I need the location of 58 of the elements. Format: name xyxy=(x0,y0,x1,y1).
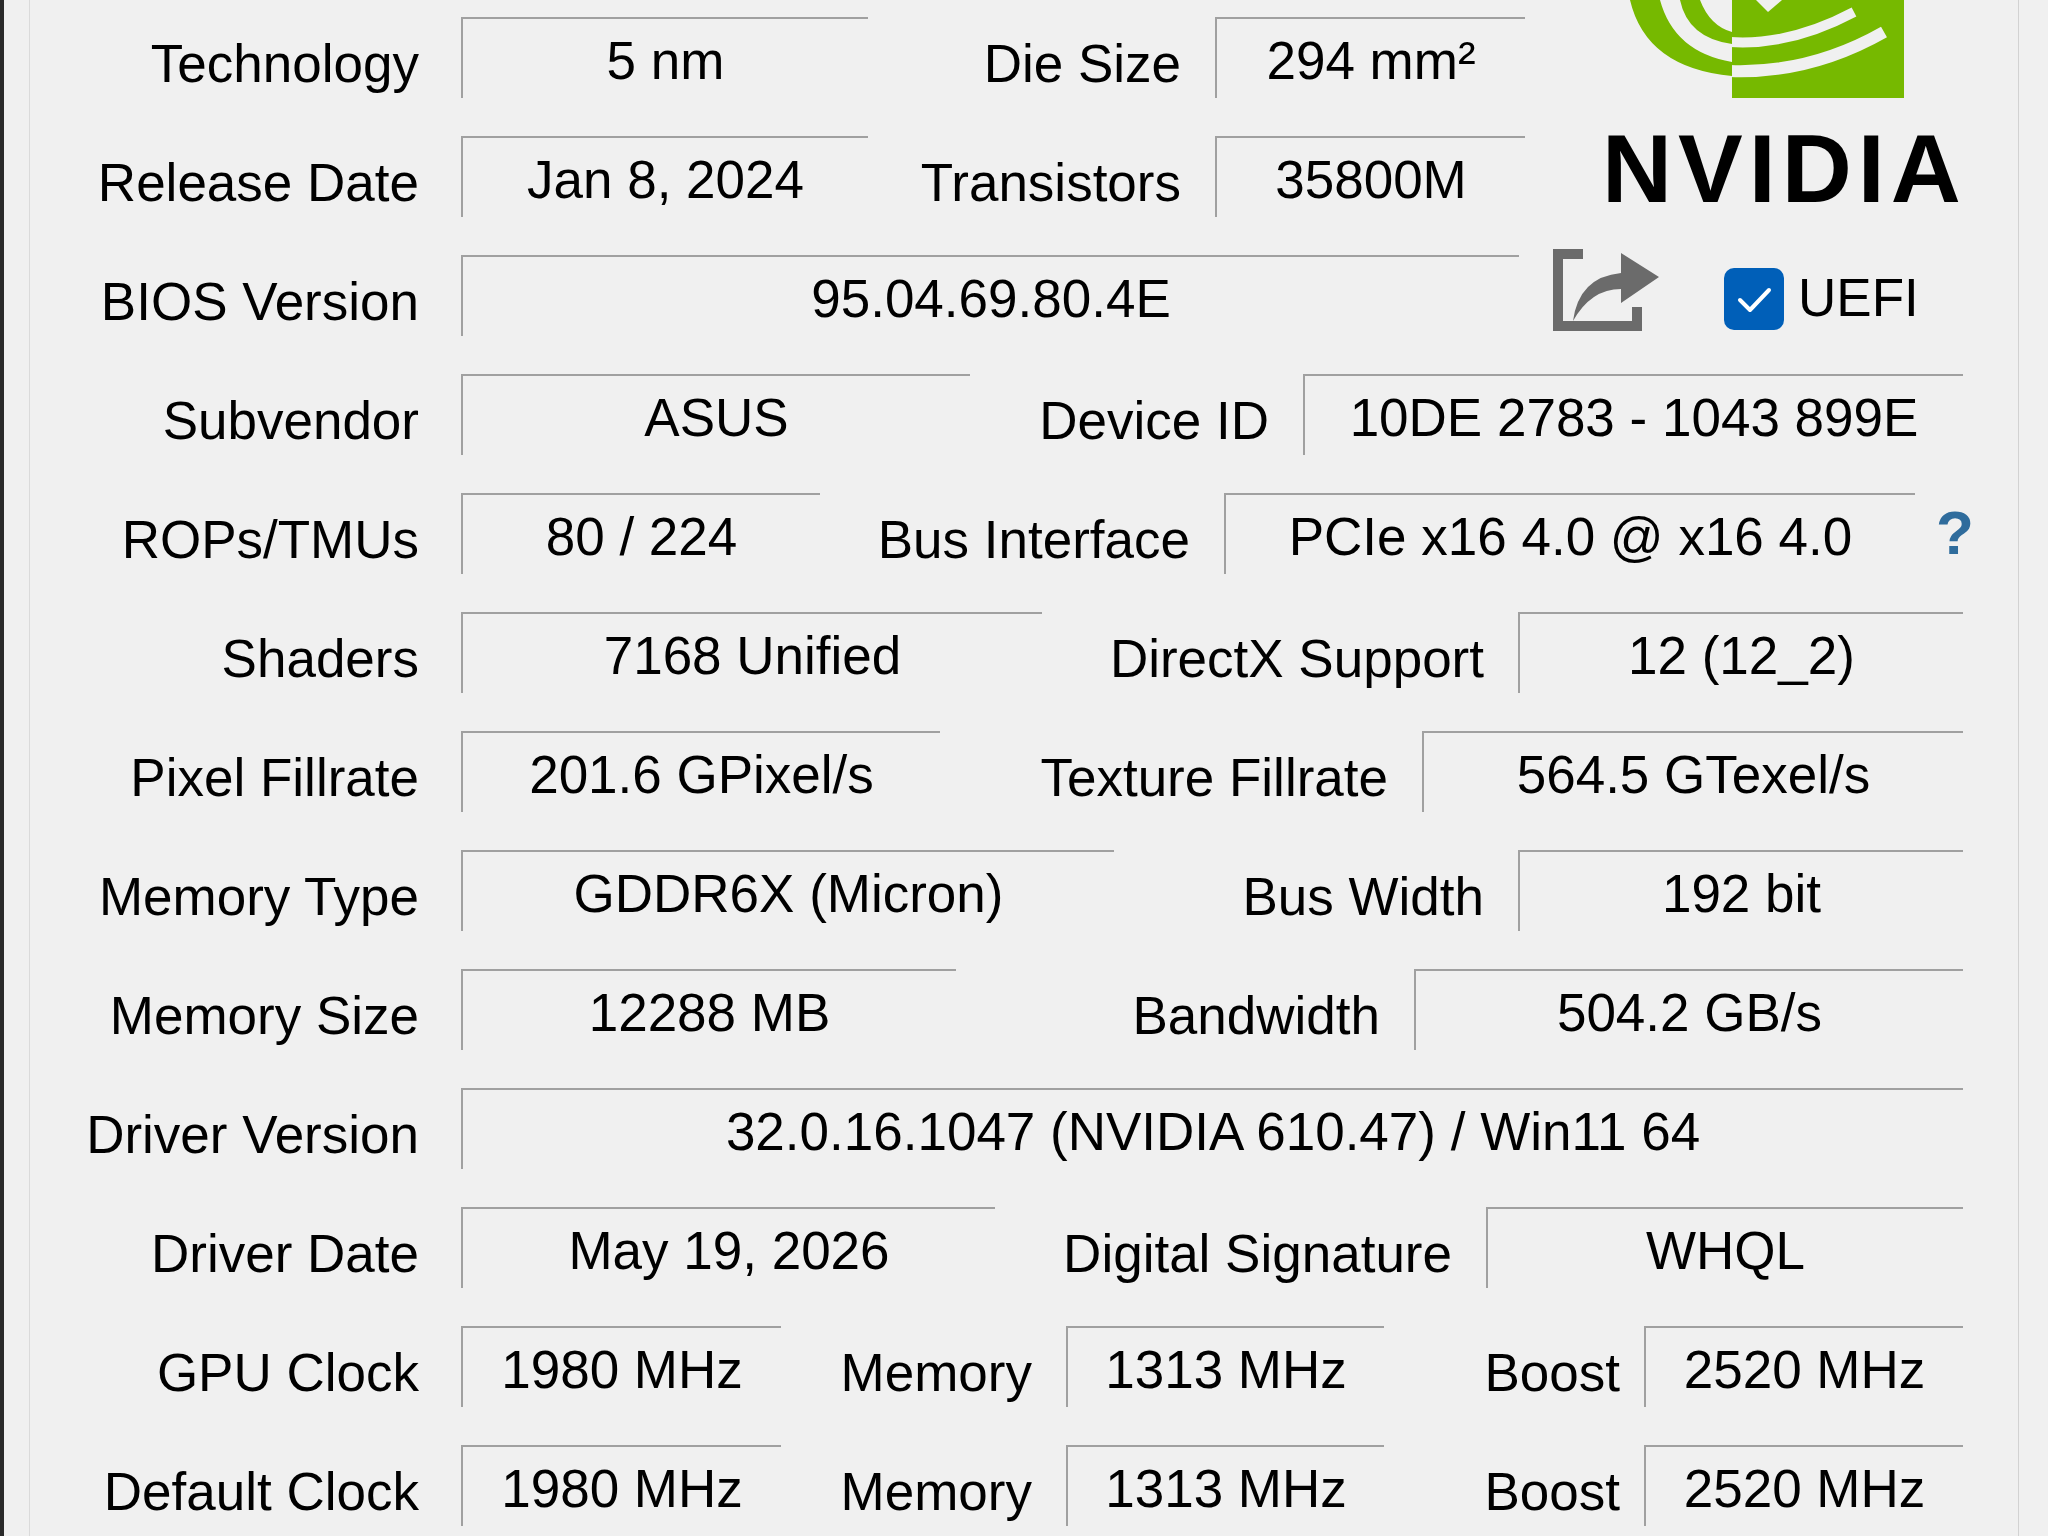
readonly-field: 2520 MHz xyxy=(1644,1326,1963,1407)
field-label: Technology xyxy=(150,34,419,95)
readonly-field: 1313 MHz xyxy=(1066,1445,1384,1526)
checkbox[interactable] xyxy=(1724,267,1784,330)
field-label: Bandwidth xyxy=(1132,986,1380,1047)
field-label: Bus Interface xyxy=(877,510,1190,571)
readonly-field: 1313 MHz xyxy=(1066,1326,1384,1407)
eye-logo-icon xyxy=(1630,0,1904,98)
field-label: Memory Type xyxy=(98,867,419,928)
readonly-field: May 19, 2026 xyxy=(461,1207,995,1288)
readonly-field: 2520 MHz xyxy=(1644,1445,1963,1526)
readonly-field: 12288 MB xyxy=(461,969,956,1050)
field-label: Shaders xyxy=(221,629,419,690)
readonly-field: 294 mm² xyxy=(1215,17,1525,98)
readonly-field: Jan 8, 2024 xyxy=(461,136,868,217)
readonly-field: ASUS xyxy=(461,374,970,455)
readonly-field: 32.0.16.1047 (NVIDIA 610.47) / Win11 64 xyxy=(461,1088,1963,1169)
readonly-field: 12 (12_2) xyxy=(1518,612,1963,693)
checkbox-label[interactable]: UEFI xyxy=(1798,262,1919,329)
field-label: Driver Version xyxy=(86,1105,419,1166)
field-label: Bus Width xyxy=(1242,867,1484,928)
field-label: BIOS Version xyxy=(100,272,419,333)
field-label: Texture Fillrate xyxy=(1040,748,1388,809)
field-label: Die Size xyxy=(983,34,1181,95)
field-label: Transistors xyxy=(920,153,1181,214)
field-label: Boost xyxy=(1484,1462,1620,1523)
field-label: Subvendor xyxy=(162,391,419,452)
readonly-field: 10DE 2783 - 1043 899E xyxy=(1303,374,1963,455)
readonly-field: 1980 MHz xyxy=(461,1445,781,1526)
readonly-field: 201.6 GPixel/s xyxy=(461,731,940,812)
readonly-field: 564.5 GTexel/s xyxy=(1422,731,1963,812)
field-label: Boost xyxy=(1484,1343,1620,1404)
field-label: Device ID xyxy=(1039,391,1269,452)
field-label: Memory xyxy=(840,1462,1032,1523)
readonly-field: GDDR6X (Micron) xyxy=(461,850,1114,931)
field-label: Memory xyxy=(840,1343,1032,1404)
field-label: Driver Date xyxy=(151,1224,419,1285)
readonly-field: 7168 Unified xyxy=(461,612,1042,693)
readonly-field: 80 / 224 xyxy=(461,493,820,574)
logo-wordmark: NVIDIA xyxy=(1602,120,1967,217)
field-label: ROPs/TMUs xyxy=(121,510,419,571)
readonly-field: 5 nm xyxy=(461,17,868,98)
field-label: Memory Size xyxy=(109,986,419,1047)
readonly-field: 1980 MHz xyxy=(461,1326,781,1407)
readonly-field: 504.2 GB/s xyxy=(1414,969,1963,1050)
readonly-field: 35800M xyxy=(1215,136,1525,217)
field-label: Pixel Fillrate xyxy=(130,748,419,809)
field-label: Default Clock xyxy=(103,1462,419,1523)
help-button[interactable]: ? xyxy=(1936,499,1974,568)
readonly-field: WHQL xyxy=(1486,1207,1963,1288)
field-label: Digital Signature xyxy=(1063,1224,1452,1285)
field-label: DirectX Support xyxy=(1109,629,1484,690)
field-label: Release Date xyxy=(97,153,419,214)
share-icon[interactable] xyxy=(1551,247,1661,332)
field-label: GPU Clock xyxy=(156,1343,419,1404)
readonly-field: 192 bit xyxy=(1518,850,1963,931)
readonly-field: 95.04.69.80.4E xyxy=(461,255,1519,336)
readonly-field: PCIe x16 4.0 @ x16 4.0 xyxy=(1224,493,1915,574)
